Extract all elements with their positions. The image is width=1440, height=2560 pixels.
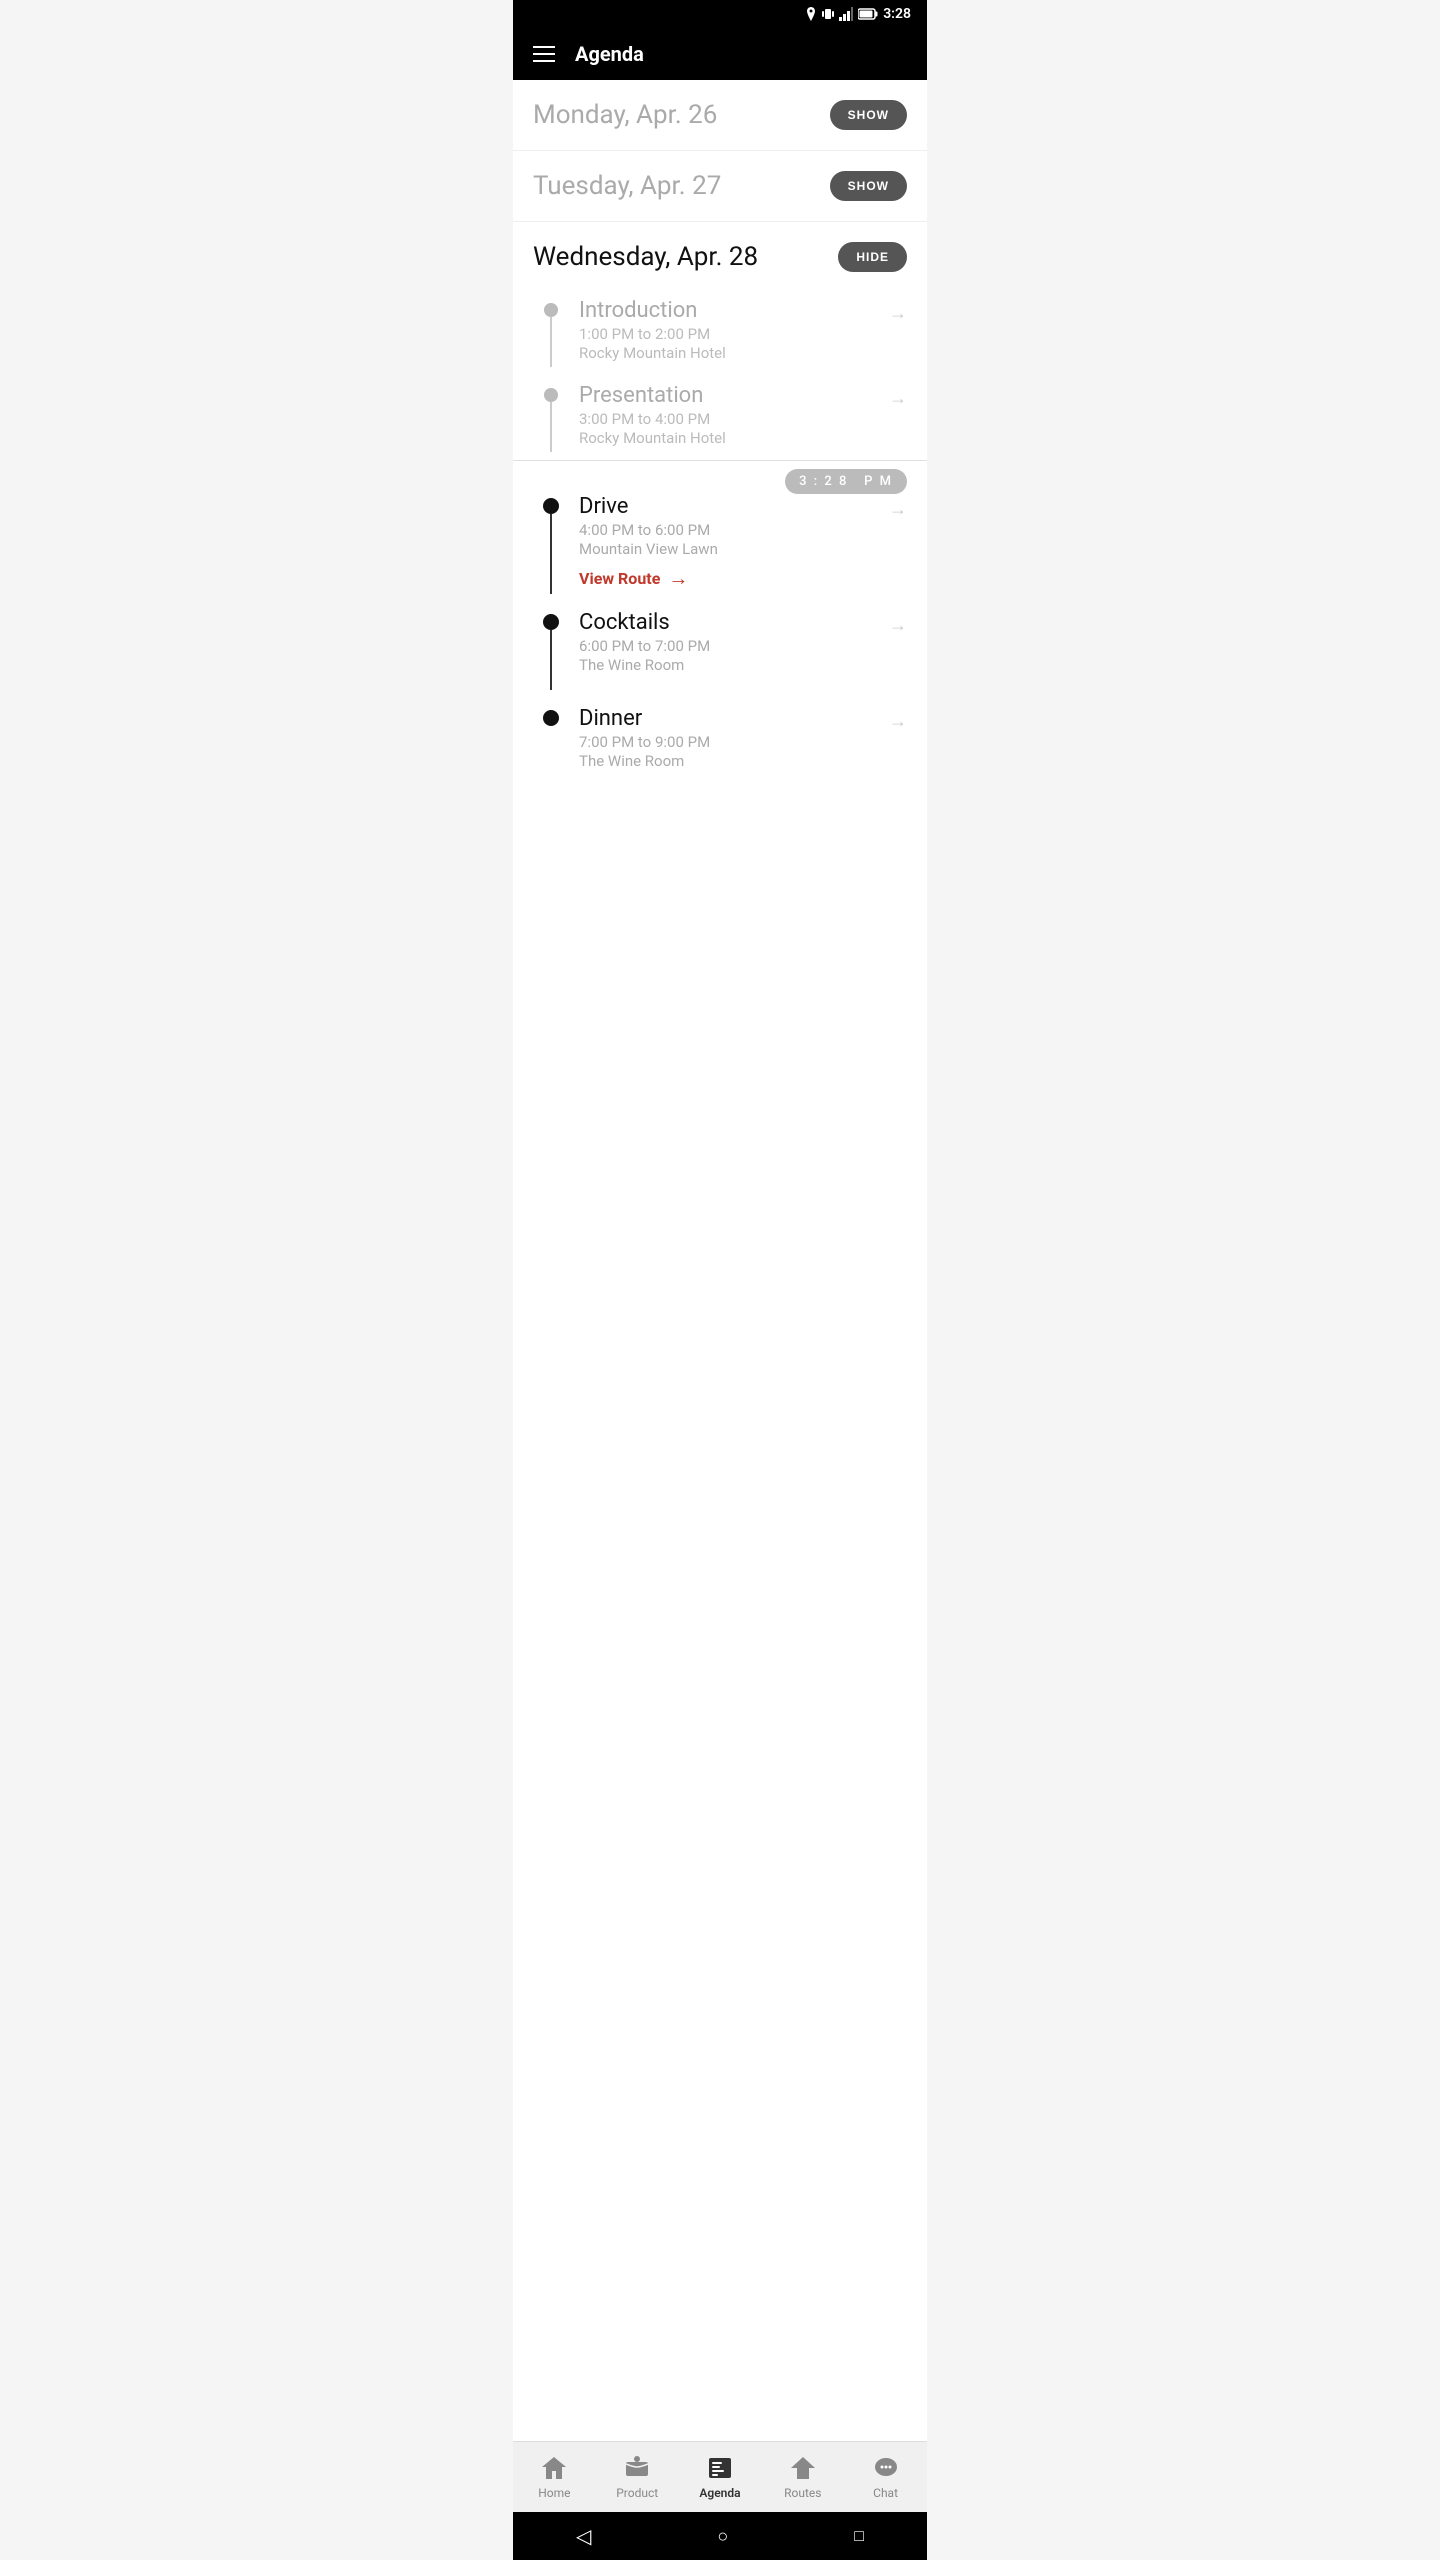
presentation-location: Rocky Mountain Hotel: [579, 429, 889, 447]
location-icon: [805, 7, 817, 21]
nav-routes-label: Routes: [784, 2486, 821, 2500]
view-route-button[interactable]: View Route →: [579, 566, 889, 591]
android-back-button[interactable]: ◁: [576, 2524, 591, 2548]
wednesday-section: Wednesday, Apr. 28 HIDE Introduction 1:0…: [513, 222, 927, 798]
cocktails-content: Cocktails 6:00 PM to 7:00 PM The Wine Ro…: [569, 610, 889, 674]
drive-line: [550, 514, 552, 594]
nav-home-label: Home: [538, 2486, 570, 2500]
app-header: Agenda: [513, 28, 927, 80]
cocktails-dot: [543, 614, 559, 630]
drive-location: Mountain View Lawn: [579, 540, 889, 558]
monday-show-button[interactable]: SHOW: [830, 100, 907, 130]
dinner-time: 7:00 PM to 9:00 PM: [579, 733, 889, 751]
routes-icon: [789, 2454, 817, 2482]
android-home-button[interactable]: ○: [717, 2526, 728, 2547]
presentation-content: Presentation 3:00 PM to 4:00 PM Rocky Mo…: [569, 383, 889, 447]
page-title: Agenda: [575, 42, 644, 66]
dinner-title: Dinner: [579, 706, 889, 731]
nav-chat-label: Chat: [873, 2486, 898, 2500]
status-time: 3:28: [883, 6, 911, 22]
nav-agenda[interactable]: Agenda: [679, 2450, 762, 2504]
cocktails-title: Cocktails: [579, 610, 889, 635]
view-route-label: View Route: [579, 569, 660, 588]
intro-arrow: →: [889, 303, 907, 324]
intro-title: Introduction: [579, 298, 889, 323]
main-content: Monday, Apr. 26 SHOW Tuesday, Apr. 27 SH…: [513, 80, 927, 2444]
presentation-title: Presentation: [579, 383, 889, 408]
nav-product-label: Product: [616, 2486, 658, 2500]
time-badge-row: 3 : 2 8 P M: [513, 461, 927, 494]
android-recents-button[interactable]: □: [854, 2526, 864, 2546]
current-time-badge: 3 : 2 8 P M: [785, 469, 907, 494]
drive-dot: [543, 498, 559, 514]
drive-content: Drive 4:00 PM to 6:00 PM Mountain View L…: [569, 494, 889, 591]
vibrate-icon: [822, 7, 834, 21]
intro-line: [550, 317, 552, 367]
dinner-event[interactable]: Dinner 7:00 PM to 9:00 PM The Wine Room …: [533, 706, 907, 778]
wednesday-hide-button[interactable]: HIDE: [838, 242, 907, 272]
nav-chat[interactable]: Chat: [844, 2450, 927, 2504]
status-bar: 3:28: [513, 0, 927, 28]
battery-icon: [858, 8, 878, 20]
bottom-navigation: Home Product Agenda Routes: [513, 2441, 927, 2512]
dinner-dot: [543, 710, 559, 726]
presentation-line: [550, 402, 552, 452]
nav-routes[interactable]: Routes: [761, 2450, 844, 2504]
tuesday-header: Tuesday, Apr. 27 SHOW: [533, 171, 907, 201]
wednesday-header: Wednesday, Apr. 28 HIDE: [513, 222, 927, 272]
chat-icon: [872, 2454, 900, 2482]
monday-section: Monday, Apr. 26 SHOW: [513, 80, 927, 151]
wednesday-label: Wednesday, Apr. 28: [533, 242, 758, 272]
view-route-arrow-icon: →: [668, 566, 688, 591]
cocktails-event[interactable]: Cocktails 6:00 PM to 7:00 PM The Wine Ro…: [533, 610, 907, 706]
intro-content: Introduction 1:00 PM to 2:00 PM Rocky Mo…: [569, 298, 889, 362]
nav-agenda-label: Agenda: [699, 2486, 740, 2500]
active-events: Drive 4:00 PM to 6:00 PM Mountain View L…: [513, 494, 927, 798]
tuesday-label: Tuesday, Apr. 27: [533, 171, 721, 201]
cocktails-time: 6:00 PM to 7:00 PM: [579, 637, 889, 655]
agenda-icon: [706, 2454, 734, 2482]
intro-time: 1:00 PM to 2:00 PM: [579, 325, 889, 343]
nav-home[interactable]: Home: [513, 2450, 596, 2504]
cocktails-location: The Wine Room: [579, 656, 889, 674]
introduction-event[interactable]: Introduction 1:00 PM to 2:00 PM Rocky Mo…: [533, 298, 907, 383]
intro-dot: [544, 303, 558, 317]
drive-arrow: →: [889, 499, 907, 520]
presentation-time: 3:00 PM to 4:00 PM: [579, 410, 889, 428]
home-icon: [540, 2454, 568, 2482]
dinner-arrow: →: [889, 711, 907, 732]
cocktails-line: [550, 630, 552, 690]
menu-button[interactable]: [533, 46, 555, 62]
dinner-location: The Wine Room: [579, 752, 889, 770]
monday-label: Monday, Apr. 26: [533, 100, 717, 130]
signal-icon: [839, 7, 853, 21]
drive-time: 4:00 PM to 6:00 PM: [579, 521, 889, 539]
drive-event[interactable]: Drive 4:00 PM to 6:00 PM Mountain View L…: [533, 494, 907, 610]
product-icon: [623, 2454, 651, 2482]
presentation-event[interactable]: Presentation 3:00 PM to 4:00 PM Rocky Mo…: [533, 383, 907, 460]
monday-header: Monday, Apr. 26 SHOW: [533, 100, 907, 130]
dinner-content: Dinner 7:00 PM to 9:00 PM The Wine Room: [569, 706, 889, 770]
drive-title: Drive: [579, 494, 889, 519]
status-icons: 3:28: [805, 6, 911, 22]
tuesday-show-button[interactable]: SHOW: [830, 171, 907, 201]
nav-product[interactable]: Product: [596, 2450, 679, 2504]
presentation-dot: [544, 388, 558, 402]
tuesday-section: Tuesday, Apr. 27 SHOW: [513, 151, 927, 222]
intro-location: Rocky Mountain Hotel: [579, 344, 889, 362]
past-events: Introduction 1:00 PM to 2:00 PM Rocky Mo…: [513, 282, 927, 460]
presentation-arrow: →: [889, 388, 907, 409]
cocktails-arrow: →: [889, 615, 907, 636]
android-navigation-bar: ◁ ○ □: [513, 2512, 927, 2560]
